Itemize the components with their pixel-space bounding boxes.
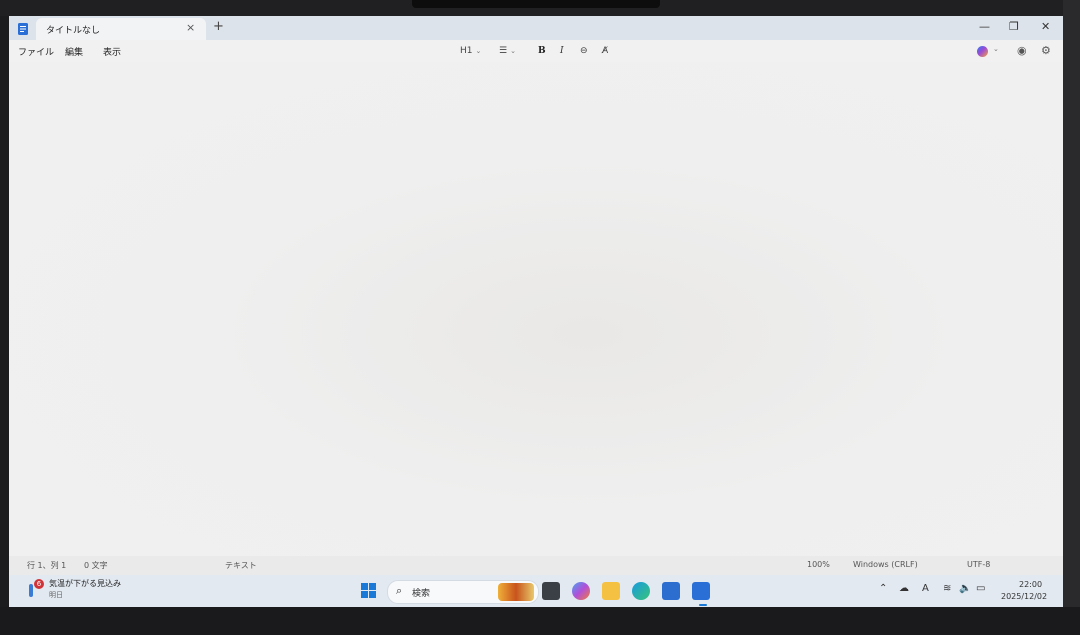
tab-untitled[interactable]: タイトルなし × [36,18,206,40]
search-label: 検索 [412,589,431,599]
heading-dropdown[interactable]: H1 ⌄ [460,46,481,56]
wifi-icon[interactable]: ≋ [943,583,951,594]
menu-bar: ファイル 編集 表示 H1 ⌄ ☰ ⌄ B I ⊖ A̸ ⌄ ◉ ⚙ [9,40,1063,62]
weather-badge: 6 [34,579,44,589]
bezel-right [1063,0,1080,635]
windows-start-icon[interactable] [361,583,377,599]
menu-view[interactable]: 表示 [103,45,121,58]
copilot-app-icon[interactable] [572,582,590,600]
notepad-taskbar-icon[interactable] [692,582,710,600]
new-tab-button[interactable]: + [213,19,224,34]
chevron-down-icon: ⌄ [475,47,482,55]
ime-indicator[interactable]: A [922,583,929,594]
taskbar: 6 気温が下がる見込み 明日 ⌕ 検索 ⌃ ☁ A ≋ 🔈 ▭ 22:00 20… [9,575,1063,607]
bold-button[interactable]: B [538,46,546,56]
cloud-off-icon[interactable]: ☁ [899,583,909,594]
italic-button[interactable]: I [560,46,564,56]
weather-subtitle: 明日 [49,591,63,599]
bezel-bottom [0,607,1080,635]
camera-notch [412,0,660,8]
heading-label: H1 [460,46,473,56]
list-icon: ☰ [499,46,508,56]
line-ending[interactable]: Windows (CRLF) [853,560,918,569]
search-highlight-image [498,583,534,601]
status-bar: 行 1、列 1 0 文字 テキスト 100% Windows (CRLF) UT… [9,556,1063,575]
file-explorer-icon[interactable] [602,582,620,600]
clock-date[interactable]: 2025/12/02 [1001,592,1047,601]
editor-area[interactable] [9,62,1063,556]
copilot-icon[interactable] [977,46,988,57]
list-dropdown[interactable]: ☰ ⌄ [499,46,516,56]
volume-icon[interactable]: 🔈 [959,583,971,594]
chevron-down-icon[interactable]: ⌄ [993,45,999,53]
store-icon[interactable] [662,582,680,600]
zoom-level[interactable]: 100% [807,560,830,569]
close-button[interactable]: ✕ [1041,20,1050,33]
task-view-icon[interactable] [542,582,560,600]
tab-title: タイトルなし [46,26,101,36]
maximize-button[interactable]: ❐ [1009,20,1019,33]
menu-file[interactable]: ファイル [18,45,54,58]
format-mode[interactable]: テキスト [225,560,257,571]
taskbar-search[interactable]: ⌕ 検索 [387,580,539,604]
gear-icon[interactable]: ⚙ [1041,44,1051,57]
chevron-down-icon: ⌄ [510,47,516,55]
weather-title[interactable]: 気温が下がる見込み [49,578,121,589]
edge-browser-icon[interactable] [632,582,650,600]
chevron-up-icon[interactable]: ⌃ [879,583,887,594]
notepad-icon[interactable] [17,21,29,35]
menu-edit[interactable]: 編集 [65,45,83,58]
minimize-button[interactable]: — [979,20,990,33]
clear-format-button[interactable]: A̸ [602,46,608,56]
cursor-position: 行 1、列 1 [27,561,67,570]
title-bar: タイトルなし × + — ❐ ✕ [9,16,1063,40]
link-button[interactable]: ⊖ [580,46,588,56]
char-count: 0 文字 [84,561,108,570]
clock-time[interactable]: 22:00 [1019,580,1042,589]
search-icon: ⌕ [396,584,403,597]
battery-icon[interactable]: ▭ [976,583,985,594]
active-app-indicator [699,604,707,606]
screen: タイトルなし × + — ❐ ✕ ファイル 編集 表示 H1 ⌄ ☰ ⌄ B I ⊖… [9,16,1063,607]
account-icon[interactable]: ◉ [1017,44,1027,57]
encoding[interactable]: UTF-8 [967,560,990,569]
tab-close-button[interactable]: × [186,21,195,34]
